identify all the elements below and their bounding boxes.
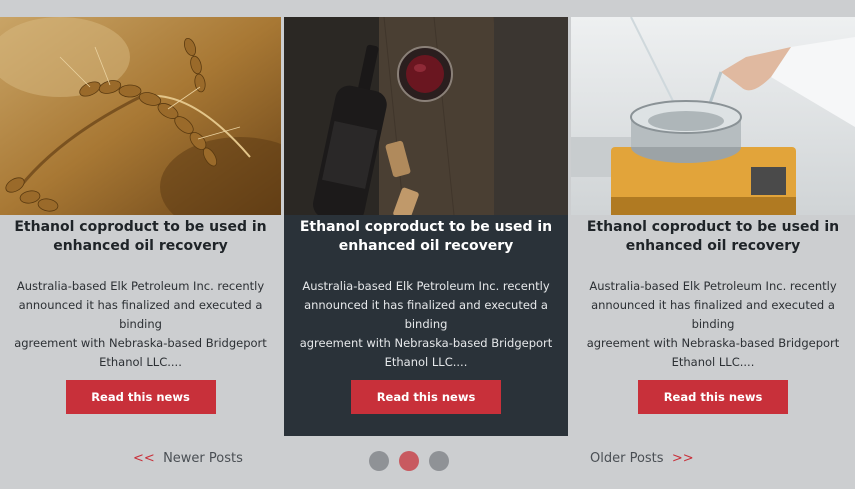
carousel-dot-3[interactable]	[429, 451, 449, 471]
lab-image[interactable]	[571, 17, 855, 215]
wine-image[interactable]	[284, 17, 568, 215]
news-carousel: Ethanol coproduct to be used in enhanced…	[0, 17, 855, 436]
news-title[interactable]: Ethanol coproduct to be used in enhanced…	[571, 218, 855, 256]
read-news-button[interactable]: Read this news	[351, 380, 501, 414]
news-excerpt: Australia-based Elk Petroleum Inc. recen…	[586, 279, 840, 369]
news-excerpt: Australia-based Elk Petroleum Inc. recen…	[14, 279, 267, 369]
read-news-button[interactable]: Read this news	[638, 380, 788, 414]
news-title[interactable]: Ethanol coproduct to be used in enhanced…	[0, 218, 281, 256]
news-excerpt: Australia-based Elk Petroleum Inc. recen…	[299, 279, 553, 369]
read-news-button[interactable]: Read this news	[65, 380, 216, 414]
wheat-image[interactable]	[0, 17, 281, 215]
news-title[interactable]: Ethanol coproduct to be used in enhanced…	[284, 218, 568, 256]
older-posts-link[interactable]: Older Posts >>	[590, 451, 694, 466]
news-card: Ethanol coproduct to be used in enhanced…	[571, 17, 855, 436]
double-right-arrow-icon: >>	[671, 451, 694, 466]
double-left-arrow-icon: <<	[133, 451, 155, 466]
carousel-dot-2[interactable]	[399, 451, 419, 471]
news-card: Ethanol coproduct to be used in enhanced…	[0, 17, 281, 436]
carousel-dot-1[interactable]	[369, 451, 389, 471]
newer-posts-label: Newer Posts	[163, 451, 243, 466]
newer-posts-link[interactable]: << Newer Posts	[133, 451, 243, 466]
older-posts-label: Older Posts	[590, 451, 664, 466]
pagination: << Newer Posts Older Posts >>	[0, 450, 855, 472]
news-card-active: Ethanol coproduct to be used in enhanced…	[284, 17, 568, 436]
